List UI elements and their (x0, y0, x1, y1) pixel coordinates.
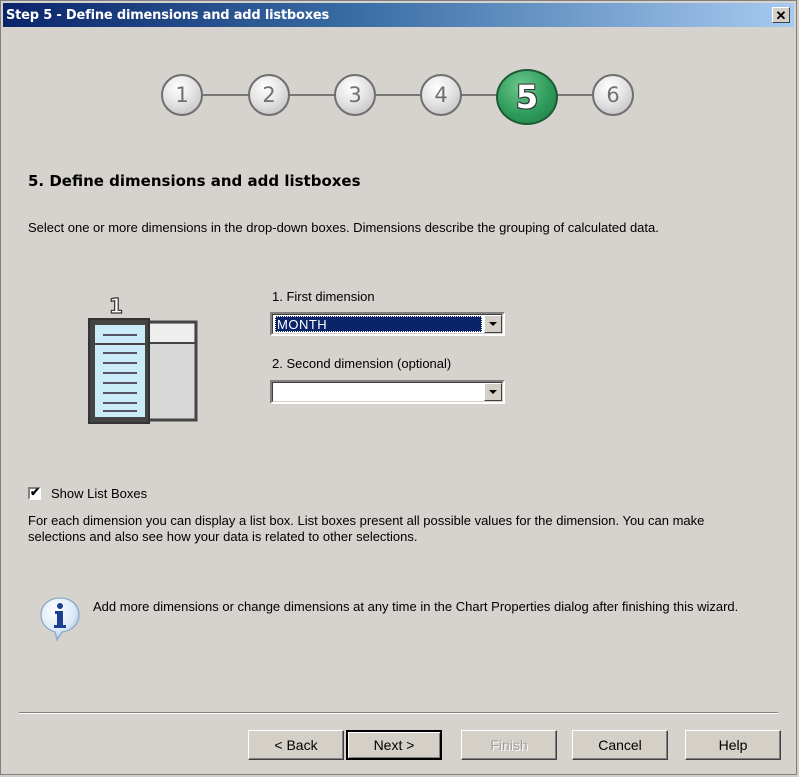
chevron-down-icon (489, 390, 497, 394)
next-button[interactable]: Next > (346, 730, 442, 760)
step-5-current: 5 (496, 69, 558, 125)
step-1: 1 (161, 74, 203, 116)
step-2: 2 (248, 74, 290, 116)
wizard-dialog: Step 5 - Define dimensions and add listb… (0, 0, 797, 775)
step-3: 3 (334, 74, 376, 116)
wizard-step-indicator: 1 2 3 4 5 6 (161, 69, 641, 125)
page-description: Select one or more dimensions in the dro… (28, 220, 659, 235)
cancel-button[interactable]: Cancel (572, 730, 668, 760)
footer-separator (19, 712, 778, 714)
first-dimension-label: 1. First dimension (272, 289, 375, 304)
help-button[interactable]: Help (685, 730, 781, 760)
step-4: 4 (420, 74, 462, 116)
page-heading: 5. Define dimensions and add listboxes (28, 172, 361, 190)
show-list-boxes-label[interactable]: Show List Boxes (51, 486, 147, 501)
first-dimension-value: MONTH (275, 316, 482, 332)
second-dimension-dropdown[interactable] (270, 380, 505, 404)
close-x-icon: ✕ (775, 7, 787, 23)
finish-button[interactable]: Finish (461, 730, 557, 760)
step-6: 6 (592, 74, 634, 116)
dropdown-arrow-button[interactable] (484, 315, 502, 333)
list-box-description: For each dimension you can display a lis… (28, 513, 705, 544)
checkmark-icon: ✔ (30, 485, 41, 499)
listbox-dimension-icon: 1 (88, 293, 198, 424)
info-message: Add more dimensions or change dimensions… (93, 599, 739, 614)
close-button[interactable]: ✕ (772, 7, 790, 23)
title-bar[interactable]: Step 5 - Define dimensions and add listb… (3, 3, 794, 27)
second-dimension-label: 2. Second dimension (optional) (272, 356, 452, 371)
info-icon (40, 597, 80, 642)
second-dimension-value (275, 384, 482, 400)
show-list-boxes-row[interactable]: ✔ Show List Boxes (28, 485, 147, 501)
first-dimension-dropdown[interactable]: MONTH (270, 312, 505, 336)
dimension-badge-number: 1 (109, 294, 123, 318)
show-list-boxes-checkbox[interactable]: ✔ (28, 485, 41, 500)
chevron-down-icon (489, 322, 497, 326)
back-button[interactable]: < Back (248, 730, 344, 760)
dropdown-arrow-button[interactable] (484, 383, 502, 401)
window-title: Step 5 - Define dimensions and add listb… (6, 7, 330, 23)
